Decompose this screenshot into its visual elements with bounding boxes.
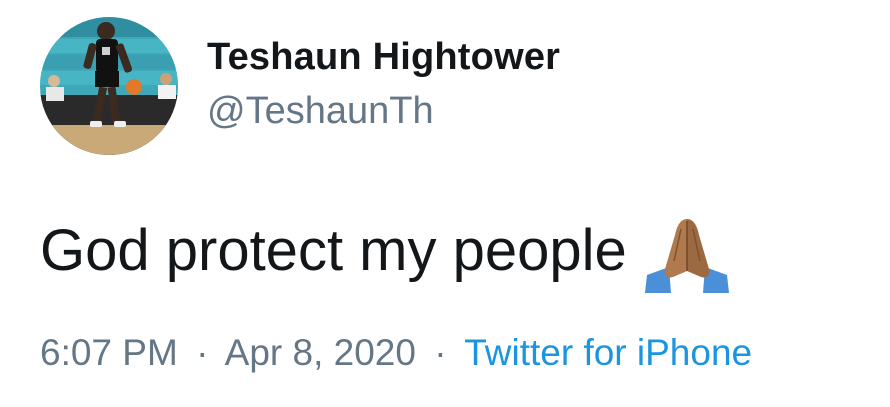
tweet-time[interactable]: 6:07 PM bbox=[40, 332, 178, 373]
tweet-date[interactable]: Apr 8, 2020 bbox=[225, 332, 416, 373]
avatar[interactable] bbox=[40, 17, 178, 155]
tweet-meta: 6:07 PM · Apr 8, 2020 · Twitter for iPho… bbox=[40, 332, 752, 374]
tweet-body: God protect my people bbox=[40, 207, 733, 293]
folded-hands-icon bbox=[641, 215, 733, 293]
user-handle[interactable]: @TeshaunTh bbox=[207, 90, 434, 133]
source-link[interactable]: Twitter for iPhone bbox=[464, 332, 752, 373]
tweet-card: Teshaun Hightower @TeshaunTh God protect… bbox=[0, 0, 890, 407]
tweet-text: God protect my people bbox=[40, 217, 627, 283]
display-name[interactable]: Teshaun Hightower bbox=[207, 36, 560, 79]
meta-separator: · bbox=[196, 332, 209, 373]
meta-separator: · bbox=[434, 332, 447, 373]
